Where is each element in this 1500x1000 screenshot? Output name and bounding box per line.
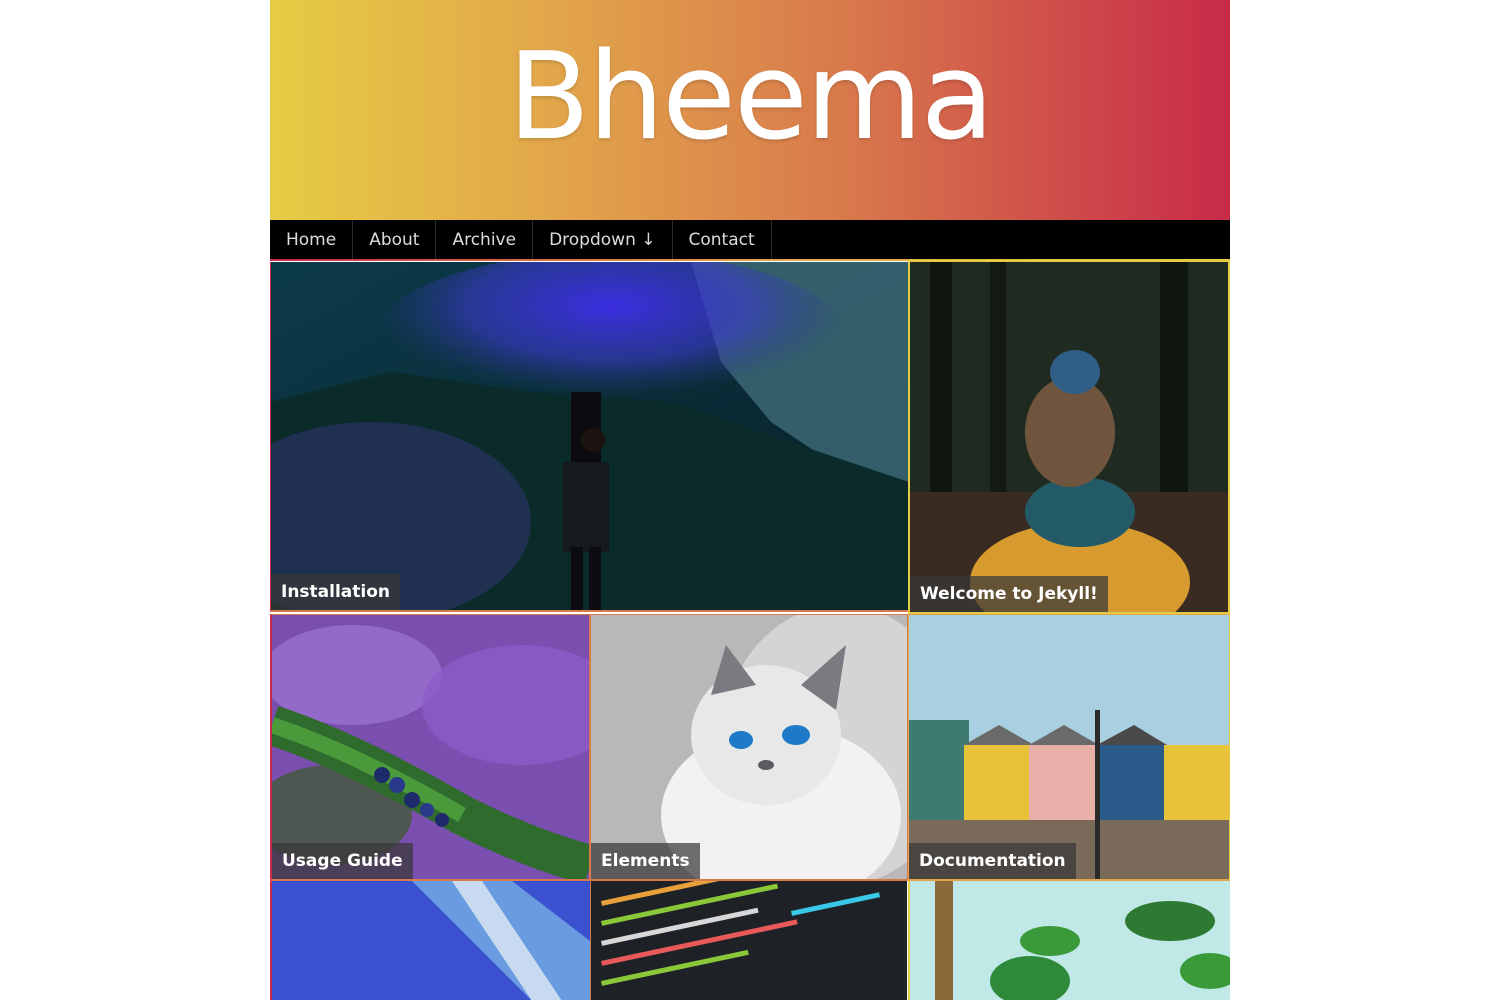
post-title[interactable]: Usage Guide <box>272 843 413 879</box>
nav-item-archive[interactable]: Archive <box>436 220 534 260</box>
post-title[interactable]: Elements <box>591 843 700 879</box>
post-tile-code[interactable] <box>590 880 908 1000</box>
post-tile-welcome[interactable]: Welcome to Jekyll! <box>908 260 1230 614</box>
post-tile-palm[interactable] <box>908 880 1230 1000</box>
post-title[interactable]: Documentation <box>909 843 1076 879</box>
main-nav: Home About Archive Dropdown ↓ Contact <box>270 220 1230 260</box>
post-tile-blue-fabric[interactable] <box>270 880 590 1000</box>
blue-fabric-photo <box>272 881 590 1000</box>
site-title[interactable]: Bheema <box>270 28 1230 168</box>
person-with-blue-smoke-flare-photo <box>271 262 908 610</box>
page: Bheema Home About Archive Dropdown ↓ Con… <box>270 0 1230 1000</box>
nav-item-contact[interactable]: Contact <box>673 220 772 260</box>
nav-item-home[interactable]: Home <box>270 220 354 260</box>
code-on-screen-photo <box>591 881 907 1000</box>
site-header: Bheema <box>270 0 1230 220</box>
nav-item-about[interactable]: About <box>353 220 437 260</box>
blue-haired-woman-in-forest-photo <box>910 262 1228 612</box>
post-tile-documentation[interactable]: Documentation <box>908 614 1230 880</box>
post-title[interactable]: Installation <box>271 574 401 610</box>
post-title[interactable]: Welcome to Jekyll! <box>910 576 1108 612</box>
palm-tree-and-plant-photo <box>910 881 1230 1000</box>
post-tile-installation[interactable]: Installation <box>270 262 908 612</box>
post-tile-usage-guide[interactable]: Usage Guide <box>270 614 590 880</box>
white-cat-with-blue-eyes-photo <box>591 615 907 879</box>
colorful-row-houses-photo <box>909 615 1229 879</box>
juniper-berries-and-lavender-photo <box>272 615 589 879</box>
post-tile-elements[interactable]: Elements <box>590 614 908 880</box>
nav-item-dropdown[interactable]: Dropdown ↓ <box>533 220 673 260</box>
